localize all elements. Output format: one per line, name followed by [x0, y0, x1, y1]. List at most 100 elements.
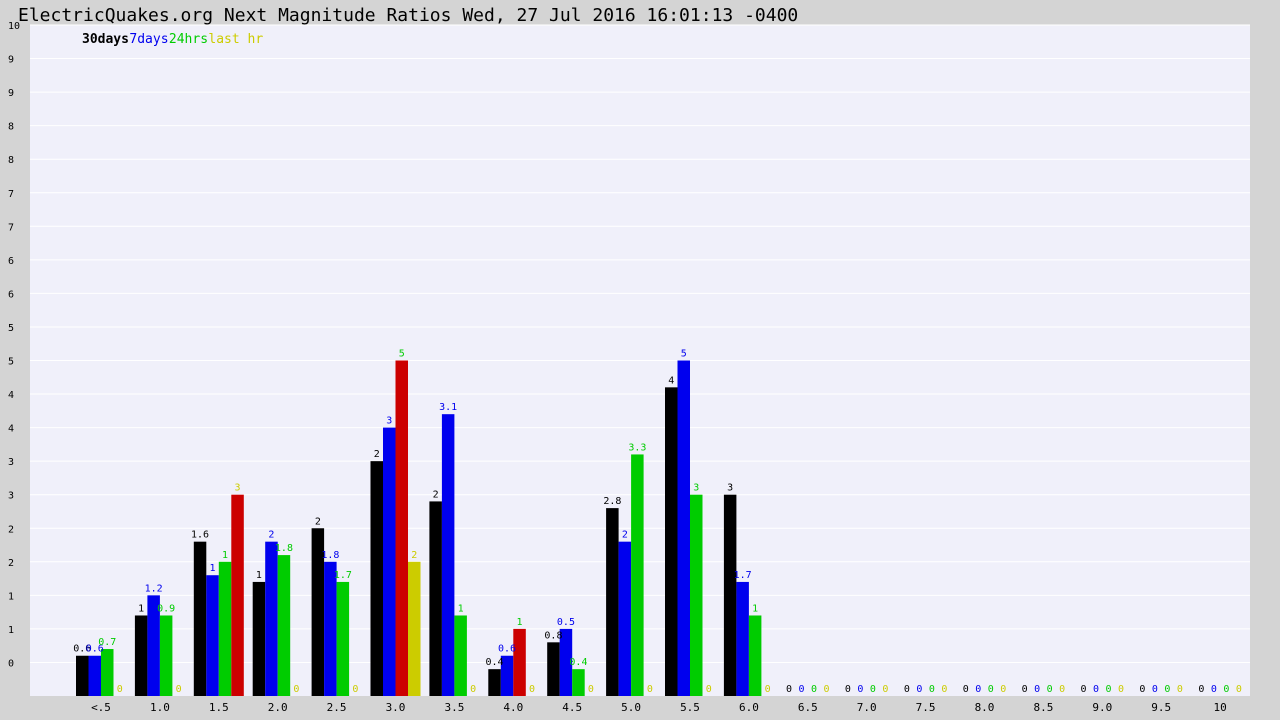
bar-value-label: 1 — [517, 617, 523, 628]
x-tick-label: 9.5 — [1151, 701, 1171, 714]
bar-value-label: 1 — [458, 603, 464, 614]
bar-value-label: 0 — [1059, 684, 1065, 695]
bar-30days-10 — [665, 387, 678, 696]
bar-value-label: 0 — [882, 684, 888, 695]
bar-value-label: 3 — [693, 483, 699, 494]
x-tick-label: 7.5 — [916, 701, 936, 714]
y-tick-label: 9 — [8, 88, 14, 99]
bar-value-label: 0.7 — [98, 637, 116, 648]
y-tick-label: 1 — [8, 591, 14, 602]
y-tick-label: 1 — [8, 625, 14, 636]
bar-30days-11 — [723, 494, 737, 696]
bar-value-label: 0 — [1139, 684, 1145, 695]
bar-24hrs-0 — [101, 649, 114, 696]
bar-value-label: 0.9 — [157, 603, 175, 614]
bar-value-label: 0 — [706, 684, 712, 695]
bar-7days-5 — [383, 427, 396, 696]
bar-value-label: 1 — [256, 570, 262, 581]
x-tick-label: 1.0 — [150, 701, 170, 714]
bar-value-label: 0 — [765, 684, 771, 695]
bar-30days-3 — [252, 581, 266, 696]
bar-value-label: 0 — [786, 684, 792, 695]
bar-value-label: 0 — [963, 684, 969, 695]
bar-7days-9 — [618, 541, 632, 696]
y-tick-label: 2 — [8, 524, 14, 535]
bar-value-label: 0 — [588, 684, 594, 695]
bar-value-label: 1 — [222, 550, 228, 561]
x-tick-label: 4.0 — [503, 701, 523, 714]
bar-24hrs-7 — [513, 628, 526, 696]
bar-value-label: 1.7 — [334, 570, 352, 581]
legend-item: last hr — [208, 32, 263, 47]
bar-value-label: 5 — [399, 349, 405, 360]
y-tick-label: 8 — [8, 155, 14, 166]
bar-value-label: 5 — [681, 349, 687, 360]
bar-value-label: 2 — [374, 449, 380, 460]
y-tick-label: 7 — [8, 189, 14, 200]
bar-value-label: 0 — [824, 684, 830, 695]
bar-value-label: 2 — [315, 516, 321, 527]
bar-value-label: 0 — [870, 684, 876, 695]
bar-value-label: 0 — [929, 684, 935, 695]
bar-30days-5 — [370, 461, 383, 696]
legend-item: 7days — [129, 32, 168, 47]
legend-item: 24hrs — [169, 32, 208, 47]
bar-last-hr-2 — [231, 494, 244, 696]
bar-value-label: 0 — [811, 684, 817, 695]
x-tick-label: 7.0 — [857, 701, 877, 714]
bar-value-label: 1.8 — [321, 550, 339, 561]
bar-24hrs-6 — [454, 615, 467, 696]
y-tick-label: 5 — [8, 357, 14, 368]
bar-value-label: 0 — [1223, 684, 1229, 695]
bar-value-label: 0.8 — [544, 630, 562, 641]
bar-value-label: 0 — [1118, 684, 1124, 695]
y-tick-label: 8 — [8, 122, 14, 133]
bar-value-label: 0 — [1000, 684, 1006, 695]
bar-value-label: 0 — [1177, 684, 1183, 695]
bar-value-label: 0 — [845, 684, 851, 695]
bar-value-label: 0 — [1164, 684, 1170, 695]
y-tick-label: 3 — [8, 491, 14, 502]
bar-30days-6 — [429, 501, 442, 696]
bar-value-label: 1 — [752, 603, 758, 614]
y-tick-label: 5 — [8, 323, 14, 334]
bar-30days-2 — [193, 541, 207, 696]
bar-7days-0 — [88, 655, 101, 696]
x-tick-label: 2.5 — [327, 701, 347, 714]
x-tick-label: <.5 — [91, 701, 111, 714]
bar-value-label: 0 — [1236, 684, 1242, 695]
bar-value-label: 0.4 — [486, 657, 504, 668]
bar-value-label: 0.6 — [498, 644, 516, 655]
bar-last-hr-5 — [408, 561, 421, 696]
bar-24hrs-5 — [395, 360, 408, 696]
bar-value-label: 0 — [529, 684, 535, 695]
bar-value-label: 2 — [411, 550, 417, 561]
bar-value-label: 0 — [117, 684, 123, 695]
bar-value-label: 0 — [1081, 684, 1087, 695]
bar-value-label: 0 — [1152, 684, 1158, 695]
x-tick-label: 3.5 — [444, 701, 464, 714]
y-tick-label: 4 — [8, 390, 14, 401]
y-tick-label: 4 — [8, 424, 14, 435]
bar-value-label: 1.6 — [191, 530, 209, 541]
bar-value-label: 0 — [1106, 684, 1112, 695]
bar-24hrs-2 — [218, 561, 232, 696]
bar-24hrs-1 — [159, 615, 173, 696]
bar-value-label: 0 — [1211, 684, 1217, 695]
y-tick-label: 7 — [8, 222, 14, 233]
bar-30days-7 — [488, 669, 501, 696]
y-tick-label: 6 — [8, 289, 14, 300]
bar-value-label: 0 — [904, 684, 910, 695]
bar-value-label: 3 — [727, 483, 733, 494]
bar-value-label: 1 — [138, 603, 144, 614]
bar-value-label: 0 — [941, 684, 947, 695]
bar-value-label: 3.3 — [628, 442, 646, 453]
bar-7days-3 — [265, 541, 278, 696]
bar-24hrs-4 — [336, 581, 350, 696]
x-tick-label: 8.5 — [1033, 701, 1053, 714]
bar-value-label: 0 — [176, 684, 182, 695]
x-tick-label: 9.0 — [1092, 701, 1112, 714]
x-tick-label: 4.5 — [562, 701, 582, 714]
bar-value-label: 4 — [668, 375, 674, 386]
bar-value-label: 0.5 — [557, 617, 575, 628]
